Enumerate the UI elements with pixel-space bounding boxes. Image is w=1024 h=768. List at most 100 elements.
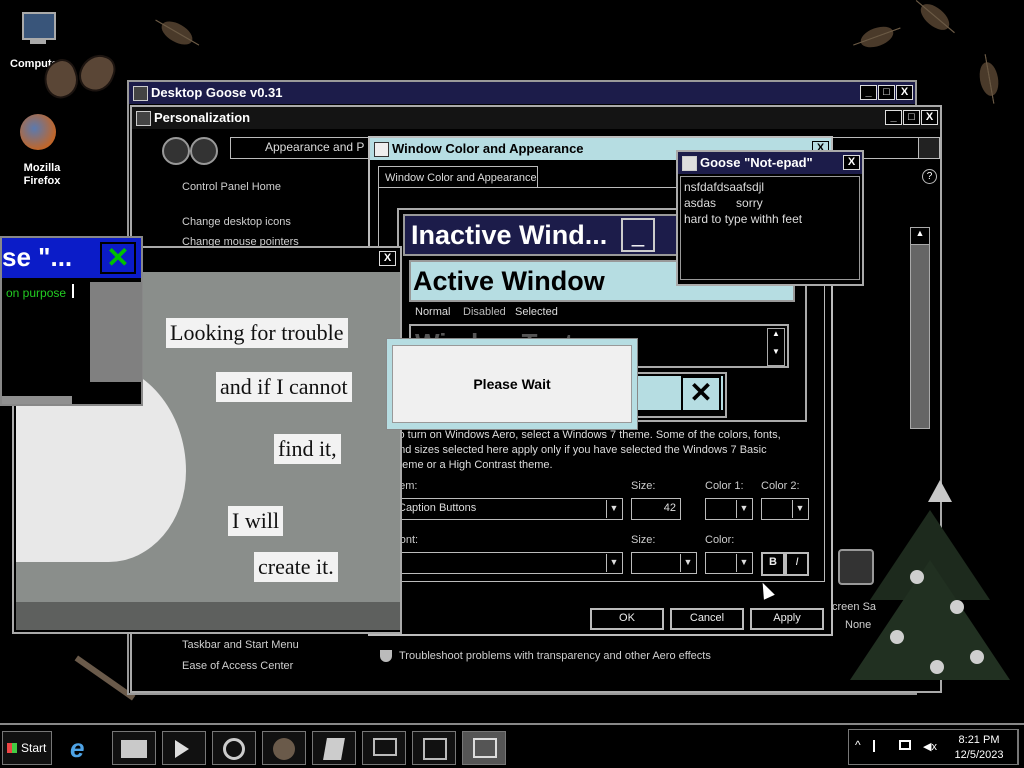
- please-wait-text: Please Wait: [473, 376, 551, 392]
- goose-app-icon: [133, 86, 148, 101]
- close-button[interactable]: ✕: [100, 242, 136, 274]
- close-button[interactable]: X: [921, 110, 938, 125]
- notepad-window: Goose "Not-epad" X nsfdafdsaafsdjl asdas…: [676, 150, 864, 286]
- show-hidden-icons-icon[interactable]: ^: [855, 738, 861, 752]
- address-bar[interactable]: Appearance and P: [230, 137, 380, 159]
- taskbar-explorer-button[interactable]: [112, 731, 156, 765]
- troubleshoot-link[interactable]: Troubleshoot problems with transparency …: [399, 650, 711, 662]
- bold-button[interactable]: B: [761, 552, 785, 576]
- goose-main-title: Desktop Goose v0.31: [151, 85, 283, 100]
- meme-text-line: create it.: [254, 552, 338, 582]
- apply-button[interactable]: Apply: [750, 608, 824, 630]
- personalization-icon: [136, 111, 151, 126]
- color2-picker[interactable]: ▼: [761, 498, 809, 520]
- italic-button[interactable]: I: [785, 552, 809, 576]
- text-cursor: [72, 284, 74, 298]
- notepad-titlebar[interactable]: Goose "Not-epad" X: [678, 152, 862, 174]
- font-color-picker[interactable]: ▼: [705, 552, 753, 574]
- folder-icon: [121, 740, 147, 758]
- minimize-button[interactable]: _: [885, 110, 902, 125]
- network-icon[interactable]: [899, 740, 911, 750]
- font-select[interactable]: ▼: [393, 552, 623, 574]
- tab-appearance[interactable]: Window Color and Appearance: [378, 166, 538, 188]
- computer-icon: [22, 12, 56, 40]
- clock-time[interactable]: 8:21 PM: [947, 734, 1011, 746]
- computer-icon: [373, 738, 397, 756]
- cancel-button[interactable]: Cancel: [670, 608, 744, 630]
- action-center-flag-icon[interactable]: [873, 740, 887, 752]
- color1-label: Color 1:: [705, 480, 744, 492]
- font-size-select[interactable]: ▼: [631, 552, 697, 574]
- search-icon[interactable]: [918, 137, 940, 159]
- chevron-down-icon: ▼: [736, 554, 751, 572]
- start-button[interactable]: Start: [2, 731, 52, 765]
- system-tray: ^ ◀x 8:21 PM 12/5/2023: [848, 729, 1018, 765]
- taskbar-personalization-button[interactable]: [462, 731, 506, 765]
- sidebar-link-desktop-icons[interactable]: Change desktop icons: [182, 216, 291, 228]
- color2-label: Color 2:: [761, 480, 800, 492]
- chevron-down-icon: ▼: [606, 500, 621, 518]
- close-button[interactable]: X: [379, 251, 396, 266]
- appearance-icon: [374, 142, 389, 157]
- goose-message-titlebar[interactable]: se "... ✕: [2, 238, 141, 278]
- goose-message-window: se "... ✕ on purpose: [0, 236, 143, 406]
- item-select[interactable]: Caption Buttons ▼: [393, 498, 623, 520]
- taskbar-media-player-button[interactable]: [162, 731, 206, 765]
- start-label: Start: [21, 741, 47, 755]
- clock-date[interactable]: 12/5/2023: [947, 749, 1011, 761]
- goose-message-title: se "...: [2, 242, 73, 272]
- ok-button[interactable]: OK: [590, 608, 664, 630]
- chevron-down-icon: ▼: [680, 554, 695, 572]
- font-size-label: Size:: [631, 534, 656, 546]
- notepad-textarea[interactable]: nsfdafdsaafsdjl asdas sorry hard to type…: [680, 176, 860, 280]
- meme-text-line: Looking for trouble: [166, 318, 348, 348]
- help-icon[interactable]: ?: [922, 169, 937, 184]
- personalization-icon: [473, 738, 497, 758]
- minimize-caption-button: _: [621, 218, 655, 252]
- personalization-titlebar[interactable]: Personalization _ □ X: [132, 107, 940, 129]
- menu-normal: Normal: [415, 306, 451, 318]
- goose-message-text: on purpose: [6, 286, 67, 300]
- sidebar-link-home[interactable]: Control Panel Home: [182, 181, 281, 193]
- taskbar-chrome-button[interactable]: [212, 731, 256, 765]
- scroll-region[interactable]: [90, 282, 142, 382]
- menu-disabled: Disabled: [463, 306, 506, 318]
- forward-button[interactable]: [190, 137, 218, 165]
- taskbar-control-panel-button[interactable]: [412, 731, 456, 765]
- taskbar-notepad-button[interactable]: [312, 731, 356, 765]
- volume-icon[interactable]: ◀x: [923, 740, 937, 753]
- notepad-title: Goose "Not-epad": [700, 155, 813, 170]
- size-input[interactable]: 42: [631, 498, 681, 520]
- taskbar-firefox-button[interactable]: [262, 731, 306, 765]
- taskbar-computer-button[interactable]: [362, 731, 406, 765]
- close-button[interactable]: X: [843, 155, 860, 170]
- meme-text-line: find it,: [274, 434, 341, 464]
- active-window-title: Active Window: [413, 266, 605, 296]
- see-also-ease-of-access[interactable]: Ease of Access Center: [182, 660, 293, 672]
- maximize-button[interactable]: □: [878, 85, 895, 100]
- desktop-icon-firefox[interactable]: Mozilla Firefox: [10, 110, 70, 190]
- notepad-line: hard to type withh feet: [684, 212, 803, 226]
- minimize-button[interactable]: _: [860, 85, 877, 100]
- back-button[interactable]: [162, 137, 190, 165]
- see-also-taskbar[interactable]: Taskbar and Start Menu: [182, 639, 299, 651]
- status-strip: [2, 396, 72, 404]
- christmas-tree-image: [840, 480, 1020, 695]
- goose-main-titlebar[interactable]: Desktop Goose v0.31 _ □ X: [129, 82, 915, 104]
- show-desktop-button[interactable]: [1018, 729, 1023, 765]
- windows-logo-icon: [7, 743, 17, 753]
- cockroach-icon: [857, 22, 897, 52]
- shield-icon: [380, 650, 392, 662]
- scrollbar[interactable]: ▲: [910, 227, 930, 429]
- maximize-button[interactable]: □: [903, 110, 920, 125]
- taskbar-ie-button[interactable]: e: [62, 731, 106, 765]
- meme-text-line: I will: [228, 506, 284, 536]
- color1-picker[interactable]: ▼: [705, 498, 753, 520]
- close-button[interactable]: X: [896, 85, 913, 100]
- inactive-window-title: Inactive Wind...: [411, 220, 608, 250]
- cockroach-icon: [157, 16, 197, 50]
- notepad-icon: [682, 156, 697, 171]
- info-text: To turn on Windows Aero, select a Window…: [393, 429, 781, 471]
- personalization-title: Personalization: [154, 110, 251, 125]
- internet-explorer-icon: e: [70, 733, 85, 763]
